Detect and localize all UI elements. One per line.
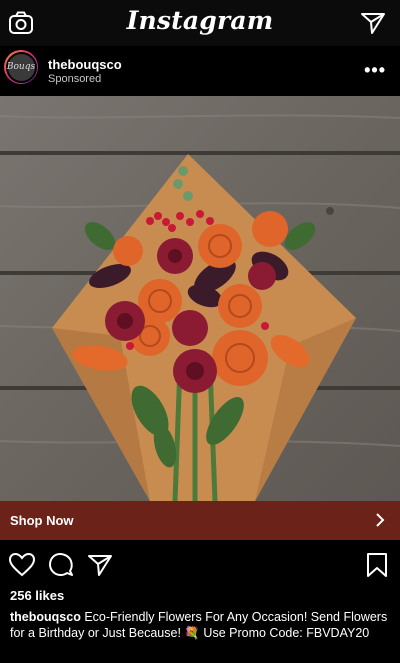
chevron-right-icon: [376, 513, 385, 527]
post-image[interactable]: [0, 96, 400, 501]
top-bar: Instagram: [0, 0, 400, 46]
shop-now-label: Shop Now: [10, 513, 74, 528]
likes-count[interactable]: 256 likes: [10, 588, 64, 603]
heart-icon[interactable]: [9, 552, 35, 578]
caption-username[interactable]: thebouqsco: [10, 610, 81, 624]
action-bar: [0, 548, 400, 580]
bouquet-photo: [0, 96, 400, 501]
post-header: Bouqs thebouqsco Sponsored •••: [0, 46, 400, 96]
sponsored-label: Sponsored: [48, 73, 102, 85]
avatar-ring: Bouqs: [5, 51, 37, 83]
avatar[interactable]: Bouqs: [4, 50, 38, 84]
post-caption: thebouqsco Eco-Friendly Flowers For Any …: [10, 609, 390, 641]
send-icon[interactable]: [360, 10, 386, 36]
comment-icon[interactable]: [48, 552, 74, 578]
shop-now-button[interactable]: Shop Now: [0, 501, 400, 540]
bookmark-icon[interactable]: [364, 552, 390, 578]
share-icon[interactable]: [87, 552, 113, 578]
more-icon[interactable]: •••: [364, 60, 386, 81]
avatar-image: Bouqs: [7, 53, 35, 81]
post-username[interactable]: thebouqsco: [48, 57, 122, 72]
app-logo[interactable]: Instagram: [0, 6, 400, 35]
